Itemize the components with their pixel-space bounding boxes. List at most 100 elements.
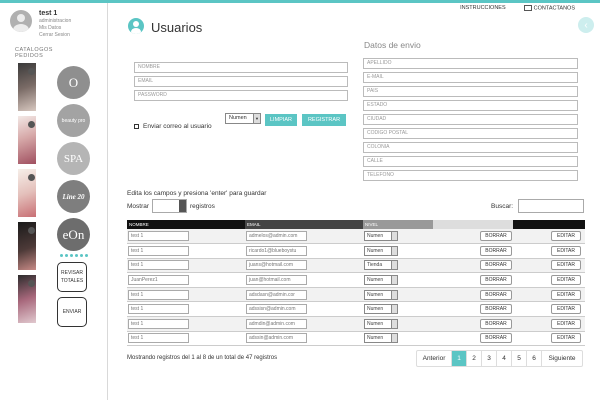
page-button[interactable]: 2: [467, 351, 482, 366]
page-button[interactable]: 5: [512, 351, 527, 366]
search-input[interactable]: [518, 199, 584, 213]
col-nivel[interactable]: NIVEL: [363, 220, 433, 229]
row-nivel-select[interactable]: Numen: [364, 231, 398, 242]
password-field[interactable]: PASSWORD: [134, 90, 348, 101]
editar-button[interactable]: EDITAR: [551, 318, 581, 329]
row-nombre-input[interactable]: test 1: [128, 231, 189, 242]
brand-logo[interactable]: Line 20: [57, 180, 90, 213]
chevron-down-icon: [391, 232, 397, 241]
editar-button[interactable]: EDITAR: [551, 245, 581, 256]
chevron-down-icon: ▼: [253, 114, 260, 123]
row-nombre-input[interactable]: test 1: [128, 318, 189, 329]
chevron-down-icon: [391, 290, 397, 299]
borrar-button[interactable]: BORRAR: [480, 275, 512, 286]
borrar-button[interactable]: BORRAR: [480, 289, 512, 300]
editar-button[interactable]: EDITAR: [551, 260, 581, 271]
table-row: test 1 adssin@admin.com Numen BORRAR EDITAR: [127, 331, 585, 347]
row-email-input[interactable]: ricardo1@blueboystu: [246, 245, 307, 256]
codigo-postal-field[interactable]: CODIGO POSTAL: [363, 128, 578, 139]
row-email-input[interactable]: admelos@admin.com: [246, 231, 307, 242]
pagination: Anterior 1 2 3 4 5 6 Siguiente: [416, 350, 583, 367]
row-nivel-select[interactable]: Numen: [364, 318, 398, 329]
contactanos-link[interactable]: CONTACTANOS: [523, 5, 575, 11]
catalog-thumb[interactable]: [18, 63, 36, 111]
borrar-button[interactable]: BORRAR: [480, 304, 512, 315]
borrar-button[interactable]: BORRAR: [480, 231, 512, 242]
page-button[interactable]: 4: [497, 351, 512, 366]
envio-email-field[interactable]: E-MAIL: [363, 72, 578, 83]
col-editar: [513, 220, 585, 229]
pais-field[interactable]: PAIS: [363, 86, 578, 97]
chevron-down-icon: [391, 261, 397, 270]
borrar-button[interactable]: BORRAR: [480, 245, 512, 256]
row-email-input[interactable]: juan@hotmail.com: [246, 275, 307, 286]
email-field[interactable]: EMAIL: [134, 76, 348, 87]
revisar-totales-button[interactable]: REVISAR TOTALES: [57, 262, 87, 292]
row-nivel-select[interactable]: Numen: [364, 333, 398, 344]
nombre-field[interactable]: NOMBRE: [134, 62, 348, 73]
editar-button[interactable]: EDITAR: [551, 304, 581, 315]
row-nivel-select[interactable]: Numen: [364, 245, 398, 256]
level-select[interactable]: Numen ▼: [225, 113, 261, 124]
borrar-button[interactable]: BORRAR: [480, 318, 512, 329]
brand-list: O beauty pro SPA Line 20 eOn REVISAR TOT…: [57, 66, 93, 327]
estado-field[interactable]: ESTADO: [363, 100, 578, 111]
instrucciones-link[interactable]: INSTRUCCIONES: [460, 5, 506, 11]
row-email-input[interactable]: adssin@admin.com: [246, 333, 307, 344]
brand-logo[interactable]: O: [57, 66, 90, 99]
row-nivel-select[interactable]: Numen: [364, 289, 398, 300]
back-arrow-icon[interactable]: ‹: [578, 17, 594, 33]
tab-pedidos[interactable]: PEDIDOS: [15, 53, 43, 59]
enviar-button[interactable]: ENVIAR: [57, 297, 87, 327]
row-nombre-input[interactable]: test 1: [128, 245, 189, 256]
page-button[interactable]: 3: [482, 351, 497, 366]
row-email-input[interactable]: admdin@admin.com: [246, 318, 307, 329]
row-nombre-input[interactable]: test 1: [128, 260, 189, 271]
page-button[interactable]: 6: [527, 351, 542, 366]
row-email-input[interactable]: juans@hotmail.com: [246, 260, 307, 271]
col-email[interactable]: EMAIL: [245, 220, 363, 229]
apellido-field[interactable]: APELLIDO: [363, 58, 578, 69]
table-row: test 1 adssisn@admin.com Numen BORRAR EDITAR: [127, 301, 585, 318]
users-icon: [128, 18, 144, 34]
page-size-select[interactable]: [152, 199, 187, 213]
telefono-field[interactable]: TELEFONO: [363, 170, 578, 181]
row-nombre-input[interactable]: JuanPerez1: [128, 275, 189, 286]
catalog-thumb[interactable]: [18, 275, 36, 323]
brand-logo[interactable]: SPA: [57, 142, 90, 175]
row-nivel-select[interactable]: Numen: [364, 304, 398, 315]
brand-pager-dots[interactable]: [60, 254, 93, 257]
row-nombre-input[interactable]: test 1: [128, 289, 189, 300]
registrar-button[interactable]: REGISTRAR: [302, 114, 346, 126]
limpiar-button[interactable]: LIMPIAR: [265, 114, 297, 126]
editar-button[interactable]: EDITAR: [551, 289, 581, 300]
row-nivel-select[interactable]: Tienda: [364, 260, 398, 271]
sidebar-tabs: CATALOGOS PEDIDOS: [15, 47, 107, 59]
brand-logo[interactable]: eOn: [57, 218, 90, 251]
catalog-thumb[interactable]: [18, 222, 36, 270]
next-page-button[interactable]: Siguiente: [542, 351, 582, 366]
borrar-button[interactable]: BORRAR: [480, 333, 512, 344]
mis-datos-link[interactable]: Mis Datos: [39, 25, 71, 32]
page-button[interactable]: 1: [452, 351, 467, 366]
ciudad-field[interactable]: CIUDAD: [363, 114, 578, 125]
borrar-button[interactable]: BORRAR: [480, 260, 512, 271]
send-email-checkbox[interactable]: [134, 124, 139, 129]
editar-button[interactable]: EDITAR: [551, 333, 581, 344]
brand-logo[interactable]: beauty pro: [57, 104, 90, 137]
row-email-input[interactable]: adsdasn@admin.cor: [246, 289, 307, 300]
col-nombre[interactable]: NOMBRE: [127, 220, 245, 229]
catalog-thumb[interactable]: [18, 116, 36, 164]
row-nombre-input[interactable]: test 1: [128, 304, 189, 315]
catalog-thumb[interactable]: [18, 169, 36, 217]
row-nivel-select[interactable]: Numen: [364, 275, 398, 286]
showing-info: Mostrando registros del 1 al 8 de un tot…: [127, 355, 278, 361]
colonia-field[interactable]: COLONIA: [363, 142, 578, 153]
calle-field[interactable]: CALLE: [363, 156, 578, 167]
prev-page-button[interactable]: Anterior: [417, 351, 452, 366]
editar-button[interactable]: EDITAR: [551, 231, 581, 242]
editar-button[interactable]: EDITAR: [551, 275, 581, 286]
logout-link[interactable]: Cerrar Sesion: [39, 32, 71, 39]
row-email-input[interactable]: adssisn@admin.com: [246, 304, 307, 315]
row-nombre-input[interactable]: test 1: [128, 333, 189, 344]
